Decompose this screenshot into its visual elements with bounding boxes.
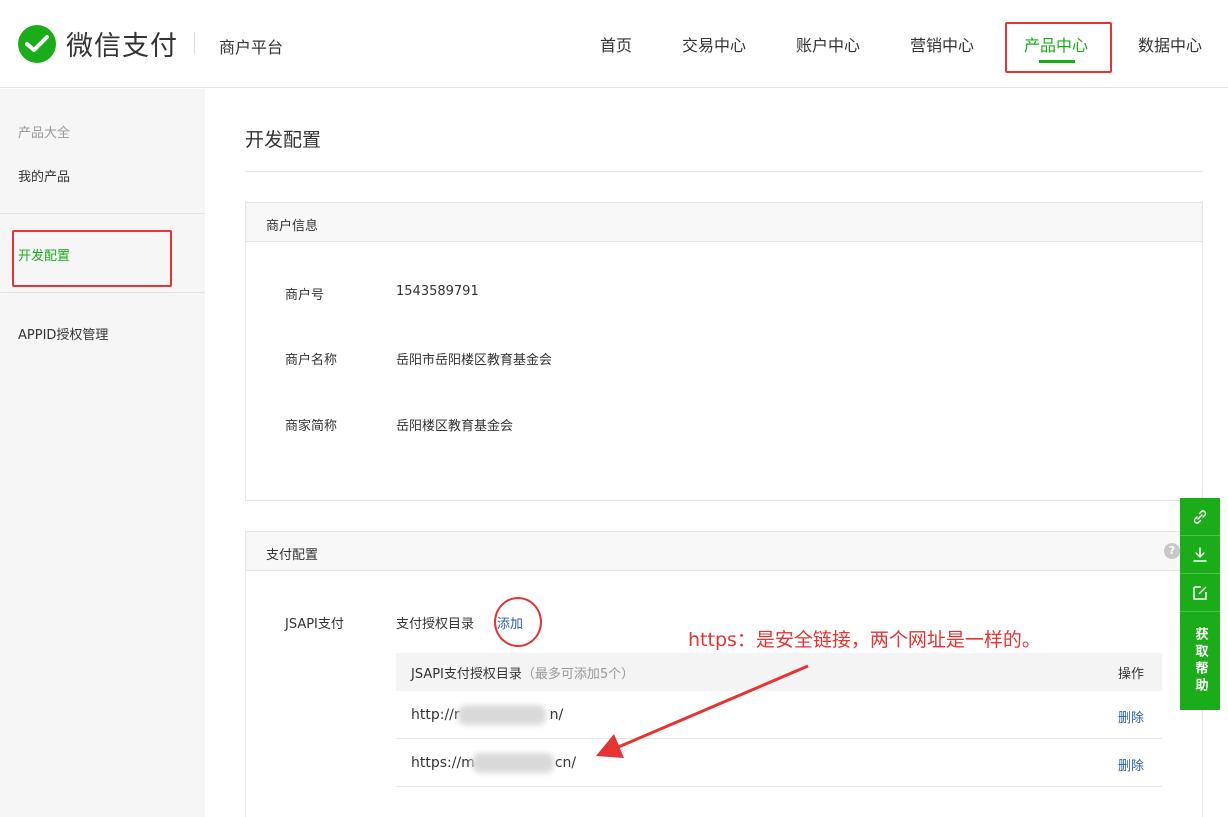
sidebar-item-appid-auth[interactable]: APPID授权管理 [18, 324, 108, 343]
dir-url-prefix: http://r [411, 707, 460, 723]
sidebar-divider [0, 292, 205, 293]
delete-link[interactable]: 删除 [1118, 707, 1144, 726]
add-highlight-circle [494, 597, 542, 647]
redacted-blur [472, 753, 554, 773]
download-icon[interactable] [1180, 536, 1220, 574]
brand-name: 微信支付 [66, 31, 178, 62]
annotation-arrow [596, 664, 809, 758]
sidebar-item-my-products[interactable]: 我的产品 [18, 166, 70, 185]
sidebar-divider [0, 213, 205, 214]
merchant-short-name-value: 岳阳楼区教育基金会 [396, 419, 514, 434]
nav-data-center[interactable]: 数据中心 [1138, 32, 1202, 56]
merchant-id-value: 1543589791 [396, 284, 479, 299]
help-question-icon[interactable]: ? [1164, 543, 1180, 559]
top-header: 微信支付 商户平台 首页 交易中心 账户中心 营销中心 产品中心 数据中心 [0, 0, 1228, 88]
nav-trade-center[interactable]: 交易中心 [682, 32, 746, 56]
wechat-pay-logo-icon [18, 24, 56, 63]
page-title: 开发配置 [245, 129, 322, 151]
dir-url-suffix: n/ [549, 707, 564, 723]
col-header-op: 操作 [1117, 667, 1144, 682]
dir-url-prefix: https://m [411, 755, 475, 771]
merchant-name-label: 商户名称 [285, 353, 338, 368]
nav-account-center[interactable]: 账户中心 [796, 32, 860, 56]
header-separator [194, 32, 195, 54]
nav-highlight-box [1005, 22, 1112, 73]
sidebar: 产品大全 我的产品 开发配置 APPID授权管理 [0, 89, 205, 817]
platform-title: 商户平台 [219, 38, 284, 57]
delete-link[interactable]: 删除 [1118, 755, 1144, 774]
edit-icon[interactable] [1180, 574, 1220, 612]
title-divider [245, 171, 1203, 172]
col-header-dir-text: JSAPI支付授权目录 [411, 667, 522, 682]
annotation-note: https：是安全链接，两个网址是一样的。 [688, 629, 1041, 651]
sidebar-title: 产品大全 [18, 126, 71, 141]
merchant-info-heading: 商户信息 [246, 203, 1202, 242]
floating-help-bar: 获取帮助 [1180, 498, 1220, 710]
nav-marketing-center[interactable]: 营销中心 [910, 32, 974, 56]
merchant-name-value: 岳阳市岳阳楼区教育基金会 [396, 353, 553, 368]
jsapi-pay-label: JSAPI支付 [285, 617, 344, 632]
merchant-info-panel: 商户信息 [245, 202, 1203, 501]
redacted-blur [458, 705, 546, 725]
wechat-pay-logo[interactable]: 微信支付 [18, 24, 178, 63]
merchant-short-name-label: 商家简称 [285, 419, 338, 434]
dir-url-suffix: cn/ [554, 755, 577, 771]
auth-dir-label: 支付授权目录 [396, 617, 475, 632]
pay-config-heading: 支付配置 [246, 532, 1202, 571]
link-icon[interactable] [1180, 498, 1220, 536]
merchant-id-label: 商户号 [285, 288, 325, 303]
sidebar-highlight-box [12, 230, 172, 287]
get-help-button[interactable]: 获取帮助 [1180, 612, 1220, 710]
nav-home[interactable]: 首页 [600, 32, 632, 56]
